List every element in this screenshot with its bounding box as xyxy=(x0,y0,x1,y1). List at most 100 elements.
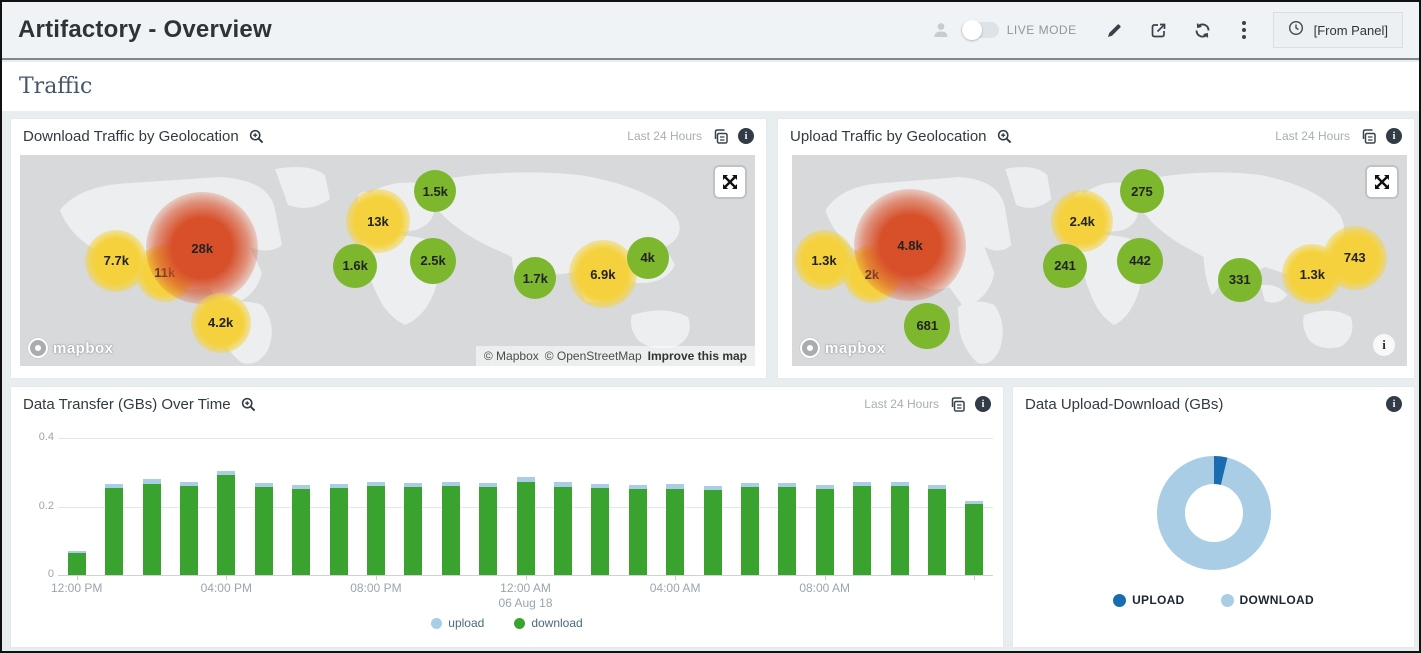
map-bubble-value: 1.7k xyxy=(523,271,548,286)
x-axis-tickmark xyxy=(974,575,975,580)
bar-download-segment xyxy=(965,504,983,575)
stacked-bar[interactable] xyxy=(442,482,460,575)
stacked-bar[interactable] xyxy=(479,483,497,575)
stacked-bar[interactable] xyxy=(928,485,946,575)
map-bubble[interactable]: 1.7k xyxy=(514,257,556,299)
stacked-bar[interactable] xyxy=(143,479,161,575)
map-bubble[interactable]: 743 xyxy=(1323,226,1387,290)
stacked-bar[interactable] xyxy=(255,483,273,575)
bar-download-segment xyxy=(517,482,535,575)
edit-pencil-icon[interactable] xyxy=(1103,18,1127,42)
attribution-improve-link[interactable]: Improve this map xyxy=(648,349,747,363)
bar-download-segment xyxy=(404,487,422,575)
bar-download-segment xyxy=(816,489,834,575)
stacked-bar[interactable] xyxy=(292,485,310,575)
map-bubble[interactable]: 28k xyxy=(146,192,258,304)
live-mode-group: LIVE MODE xyxy=(929,18,1077,42)
map-bubble[interactable]: 6.9k xyxy=(569,240,637,308)
copy-panels-icon[interactable] xyxy=(948,395,966,413)
stacked-bar[interactable] xyxy=(404,483,422,575)
map-bubble[interactable]: 442 xyxy=(1117,238,1163,284)
stacked-bar[interactable] xyxy=(816,485,834,575)
bar-download-segment xyxy=(704,490,722,575)
time-range-selector[interactable]: [From Panel] xyxy=(1273,12,1403,48)
map-bubble[interactable]: 681 xyxy=(904,303,950,349)
legend-label: upload xyxy=(448,616,484,630)
x-axis-tick-label: 08:00 AM xyxy=(760,581,890,596)
info-icon[interactable]: i xyxy=(1386,396,1402,412)
stacked-bar[interactable] xyxy=(741,483,759,575)
map-bubble[interactable]: 241 xyxy=(1043,244,1087,288)
stacked-bar[interactable] xyxy=(591,484,609,575)
map-bubble[interactable]: 1.6k xyxy=(333,244,377,288)
stacked-bar[interactable] xyxy=(330,484,348,575)
map-bubble[interactable]: 2.4k xyxy=(1051,190,1113,252)
more-options-kebab-icon[interactable] xyxy=(1235,21,1253,39)
bar-download-segment xyxy=(105,488,123,575)
map-bubble[interactable]: 275 xyxy=(1120,169,1164,213)
stacked-bar[interactable] xyxy=(629,485,647,575)
mapbox-logo[interactable]: mapbox xyxy=(800,338,886,358)
mapbox-logo-icon xyxy=(28,338,48,358)
stacked-bar[interactable] xyxy=(68,551,86,575)
attribution-osm-link[interactable]: © OpenStreetMap xyxy=(545,349,642,363)
download-geo-map[interactable]: 7.7k11k28k4.2k13k1.6k1.5k2.5k1.7k6.9k4k … xyxy=(20,155,755,366)
x-axis-tick-label: 04:00 PM xyxy=(161,581,291,596)
map-bubble[interactable]: 331 xyxy=(1218,258,1262,302)
stacked-bar[interactable] xyxy=(105,484,123,575)
bar-download-segment xyxy=(367,486,385,575)
panel-time-range: Last 24 Hours xyxy=(1275,129,1350,143)
map-bubble-value: 681 xyxy=(916,318,938,333)
copy-panels-icon[interactable] xyxy=(1359,127,1377,145)
mapbox-logo[interactable]: mapbox xyxy=(28,338,114,358)
legend-label: DOWNLOAD xyxy=(1240,593,1314,607)
upload-download-donut-chart[interactable] xyxy=(1153,452,1275,574)
info-icon[interactable]: i xyxy=(738,128,754,144)
stacked-bar[interactable] xyxy=(778,483,796,575)
map-bubble-value: 7.7k xyxy=(104,253,129,268)
legend-dot xyxy=(514,618,525,629)
legend-item-download[interactable]: DOWNLOAD xyxy=(1221,593,1314,607)
zoom-in-search-icon[interactable] xyxy=(245,124,269,148)
y-axis-tick-label: 0 xyxy=(16,568,54,580)
copy-panels-icon[interactable] xyxy=(711,127,729,145)
map-attribution-info-icon[interactable]: i xyxy=(1373,334,1395,356)
panel-header: Download Traffic by Geolocation Last 24 … xyxy=(11,119,766,153)
map-bubble-value: 4.2k xyxy=(208,315,233,330)
panel-title: Data Upload-Download (GBs) xyxy=(1025,396,1223,413)
stacked-bar[interactable] xyxy=(367,482,385,575)
map-bubble-value: 442 xyxy=(1129,253,1151,268)
expand-map-icon[interactable] xyxy=(715,167,745,197)
live-mode-toggle[interactable] xyxy=(961,22,999,38)
legend-item-upload[interactable]: UPLOAD xyxy=(1113,593,1184,607)
legend-label: UPLOAD xyxy=(1132,593,1184,607)
stacked-bar[interactable] xyxy=(704,486,722,575)
top-bar-actions: LIVE MODE xyxy=(929,12,1403,48)
zoom-in-search-icon[interactable] xyxy=(993,124,1017,148)
map-bubble[interactable]: 4.8k xyxy=(854,189,966,301)
map-bubble[interactable]: 1.5k xyxy=(414,170,456,212)
bar-download-segment xyxy=(778,487,796,575)
stacked-bar[interactable] xyxy=(853,482,871,575)
info-icon[interactable]: i xyxy=(1386,128,1402,144)
upload-geo-map[interactable]: 1.3k2k4.8k6812.4k2412754423311.3k743 map… xyxy=(792,155,1407,366)
stacked-bar[interactable] xyxy=(180,482,198,575)
legend-item-download[interactable]: download xyxy=(514,616,582,630)
stacked-bar[interactable] xyxy=(517,477,535,575)
zoom-in-search-icon[interactable] xyxy=(237,392,261,416)
stacked-bar[interactable] xyxy=(554,482,572,575)
refresh-icon[interactable] xyxy=(1191,18,1215,42)
map-bubble[interactable]: 4k xyxy=(627,237,669,279)
stacked-bar[interactable] xyxy=(217,471,235,575)
legend-item-upload[interactable]: upload xyxy=(431,616,484,630)
expand-map-icon[interactable] xyxy=(1367,167,1397,197)
map-bubble[interactable]: 4.2k xyxy=(191,293,251,353)
stacked-bar[interactable] xyxy=(891,482,909,575)
share-export-icon[interactable] xyxy=(1147,18,1171,42)
stacked-bar[interactable] xyxy=(965,501,983,575)
map-bubble-value: 275 xyxy=(1131,184,1153,199)
info-icon[interactable]: i xyxy=(975,396,991,412)
attribution-mapbox-link[interactable]: © Mapbox xyxy=(484,349,539,363)
map-bubble[interactable]: 2.5k xyxy=(410,238,456,284)
stacked-bar[interactable] xyxy=(666,484,684,575)
